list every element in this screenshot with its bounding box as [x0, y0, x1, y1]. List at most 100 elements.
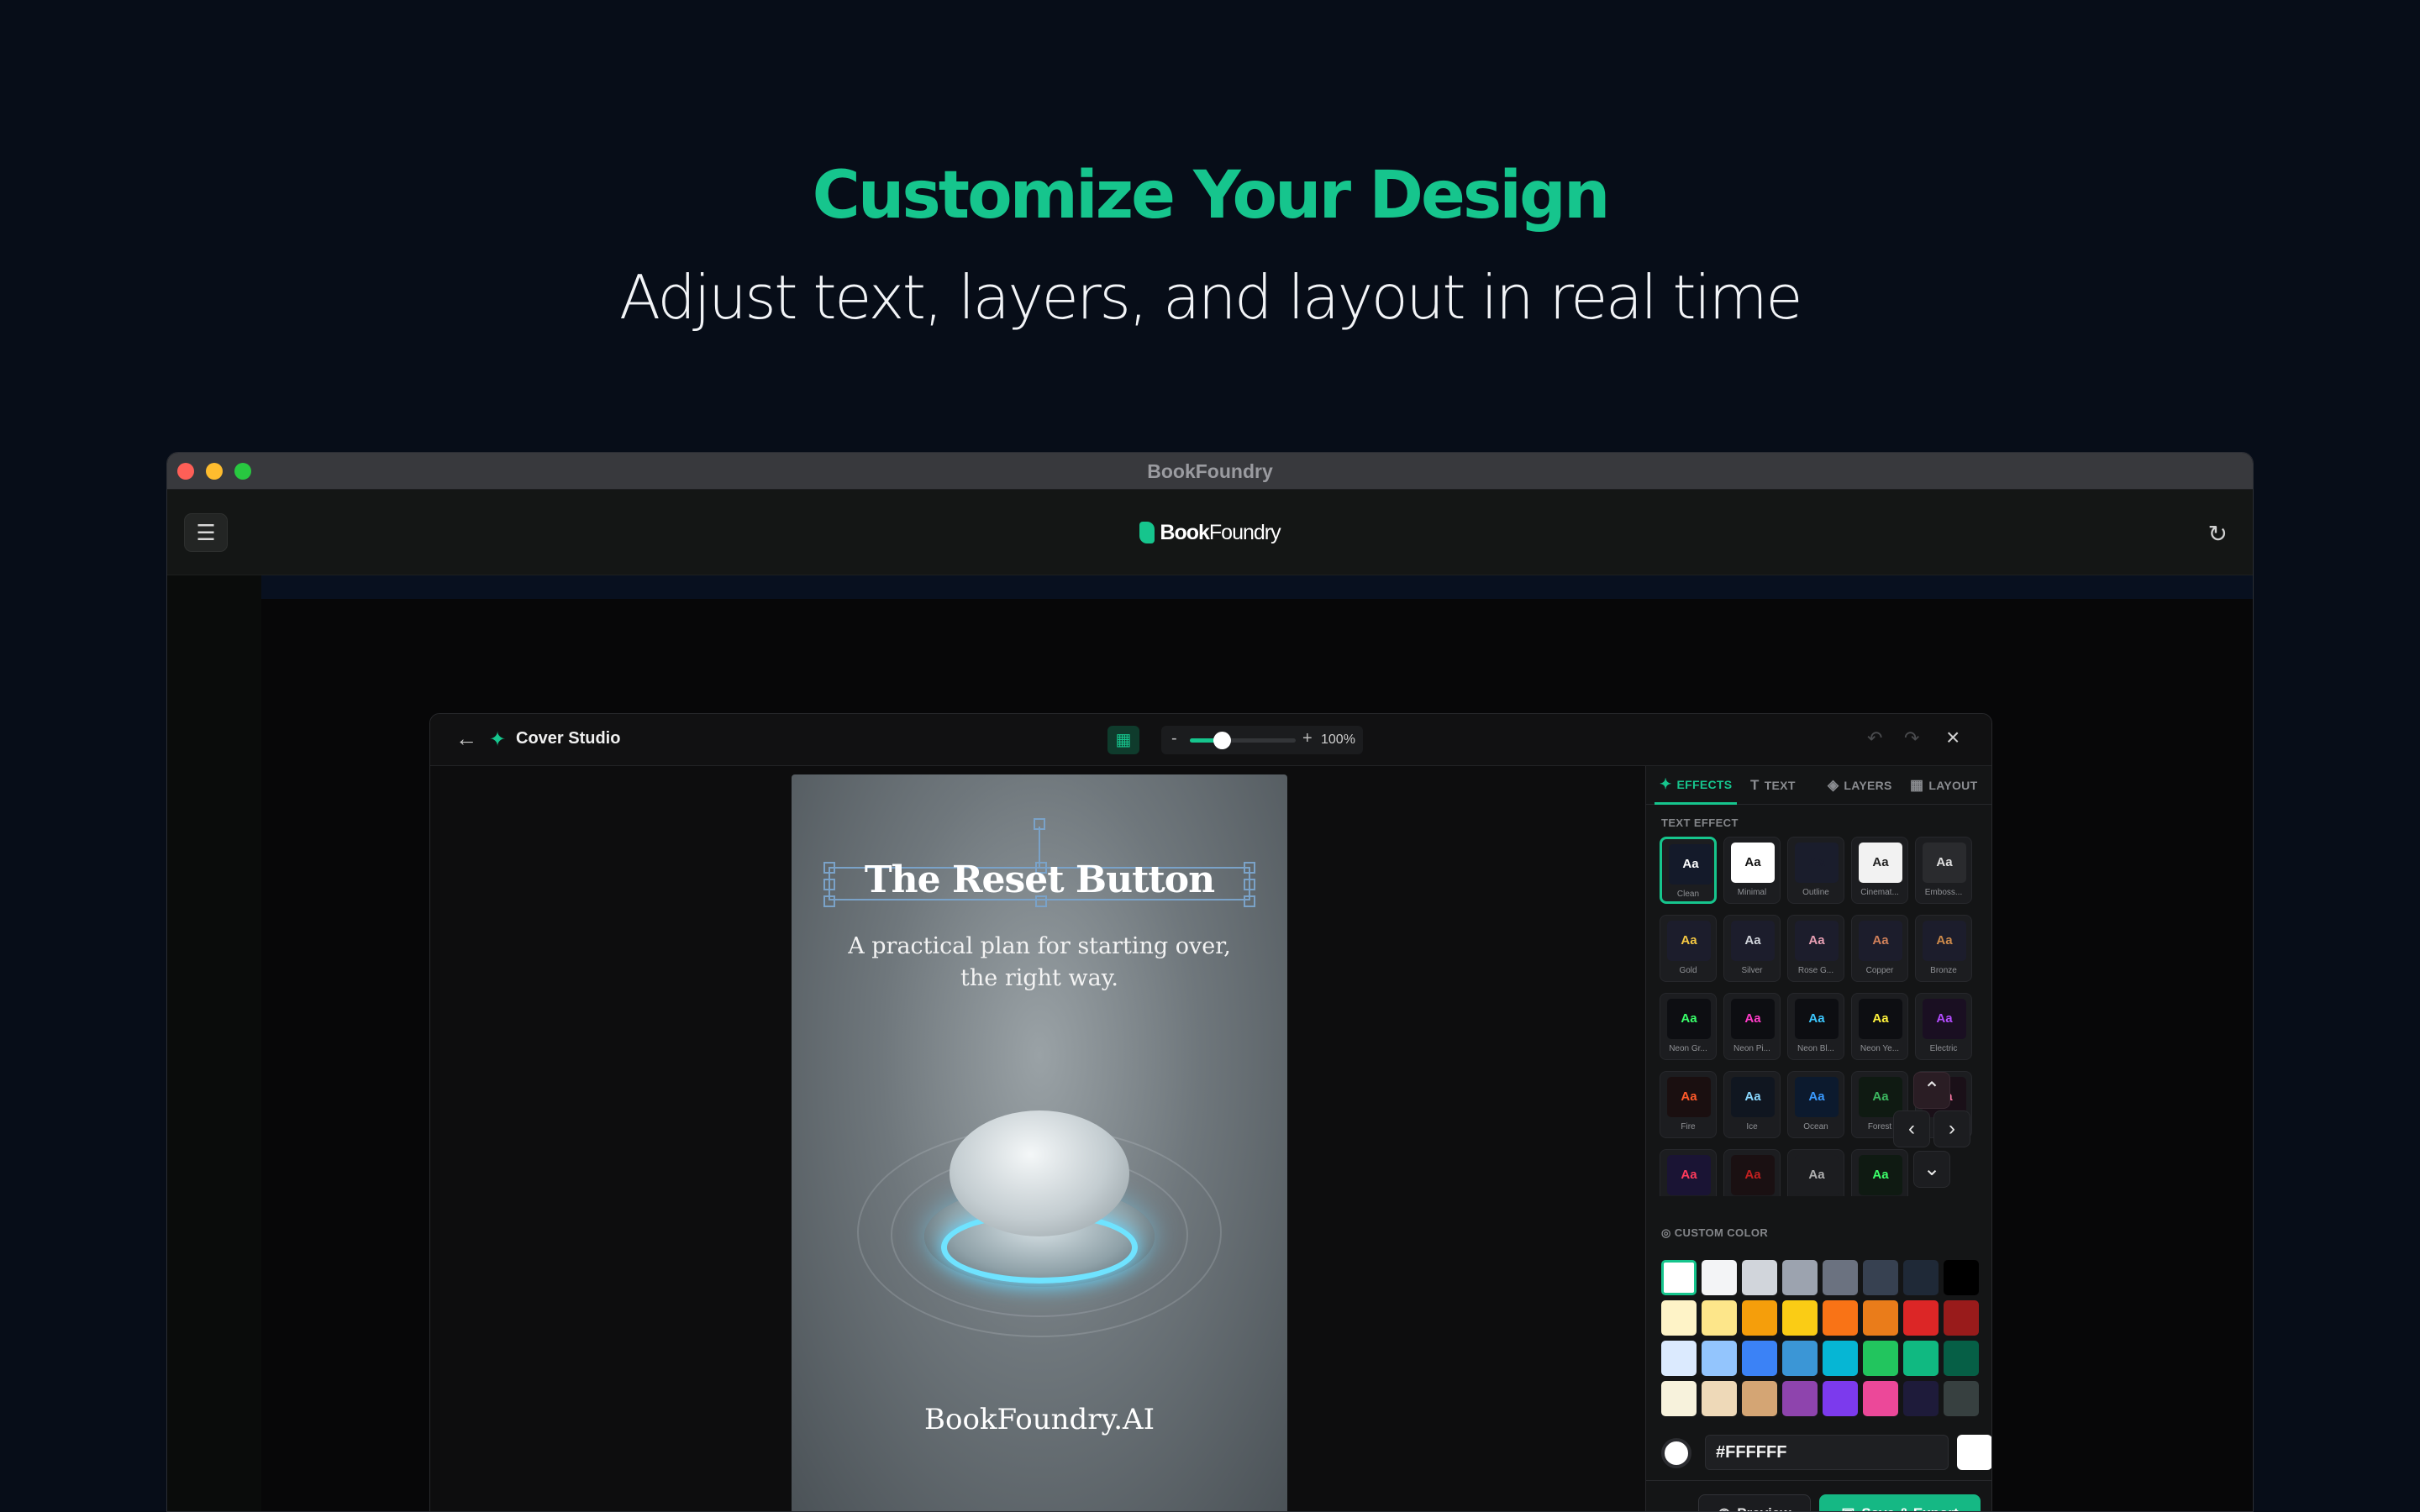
color-swatch[interactable] [1863, 1381, 1898, 1416]
tab-layout[interactable]: ▦ LAYOUT [1910, 766, 1977, 805]
back-arrow-icon[interactable]: ← [455, 726, 477, 752]
color-swatch[interactable] [1702, 1381, 1737, 1416]
color-swatch[interactable] [1742, 1341, 1777, 1376]
color-swatch[interactable] [1782, 1300, 1818, 1336]
color-swatch[interactable] [1742, 1260, 1777, 1295]
text-effect-option[interactable]: Aa [1660, 1149, 1717, 1196]
color-swatch[interactable] [1702, 1260, 1737, 1295]
close-icon[interactable]: × [1946, 724, 1960, 751]
text-effect-preview: Aa [1667, 999, 1711, 1039]
color-swatch[interactable] [1742, 1381, 1777, 1416]
color-swatch[interactable] [1903, 1381, 1939, 1416]
color-swatch[interactable] [1863, 1341, 1898, 1376]
content-header-backdrop [261, 575, 2253, 599]
color-swatch[interactable] [1742, 1300, 1777, 1336]
color-swatch[interactable] [1661, 1341, 1697, 1376]
cover-title[interactable]: The Reset Button [792, 858, 1287, 901]
text-effect-option[interactable]: Aa [1787, 1149, 1844, 1196]
text-effect-option[interactable]: Aa Clean [1660, 837, 1717, 904]
brand-name-light: Foundry [1208, 520, 1281, 544]
color-swatch[interactable] [1944, 1341, 1979, 1376]
tab-effects[interactable]: ✦ EFFECTS [1655, 766, 1738, 805]
text-effect-option[interactable]: Aa [1723, 1149, 1781, 1196]
text-effect-option[interactable]: Aa Electric [1915, 993, 1972, 1060]
color-swatch[interactable] [1823, 1300, 1858, 1336]
grid-toggle-button[interactable]: ▦ [1107, 726, 1139, 754]
color-swatch[interactable] [1782, 1381, 1818, 1416]
zoom-in-button[interactable]: + [1302, 729, 1313, 748]
text-effect-option[interactable]: Aa Gold [1660, 915, 1717, 982]
text-icon: T [1750, 777, 1760, 793]
refresh-icon[interactable]: ↻ [2208, 520, 2228, 548]
color-swatch[interactable] [1944, 1381, 1979, 1416]
hex-color-input[interactable]: #FFFFFF [1705, 1435, 1949, 1470]
text-effect-option[interactable]: Aa Ice [1723, 1071, 1781, 1138]
redo-icon[interactable]: ↷ [1904, 727, 1919, 749]
window-title: BookFoundry [1147, 460, 1273, 482]
save-export-button[interactable]: ▣Save & Export [1819, 1494, 1981, 1511]
chevron-up-icon[interactable]: ⌃ [1913, 1072, 1950, 1109]
color-swatch[interactable] [1903, 1300, 1939, 1336]
text-effect-option[interactable]: Aa Neon Ye... [1851, 993, 1908, 1060]
color-swatch[interactable] [1782, 1341, 1818, 1376]
text-effect-preview: Aa [1923, 843, 1966, 883]
text-effect-option[interactable]: Aa [1851, 1149, 1908, 1196]
bookfoundry-logo-icon [1139, 522, 1155, 543]
zoom-slider[interactable] [1190, 732, 1296, 749]
text-effect-option[interactable]: Aa Neon Pi... [1723, 993, 1781, 1060]
color-swatch[interactable] [1782, 1260, 1818, 1295]
sparkle-icon: ✦ [1660, 775, 1672, 792]
preview-button[interactable]: ◉Preview [1698, 1494, 1811, 1511]
color-swatch[interactable] [1903, 1260, 1939, 1295]
color-swatch[interactable] [1661, 1300, 1697, 1336]
undo-icon[interactable]: ↶ [1867, 727, 1882, 749]
layout-icon: ▦ [1910, 777, 1924, 793]
text-effect-option[interactable]: Aa Neon Bl... [1787, 993, 1844, 1060]
color-swatch[interactable] [1661, 1260, 1697, 1295]
color-swatch[interactable] [1661, 1381, 1697, 1416]
panel-tabs: ✦ EFFECTS T TEXT ◈ LAYERS ▦ LAYOUT [1646, 766, 1991, 805]
chevron-right-icon[interactable]: › [1933, 1110, 1970, 1147]
text-effect-option[interactable]: Aa Outline [1787, 837, 1844, 904]
text-effect-option[interactable]: Aa Minimal [1723, 837, 1781, 904]
cover-studio-modal: ← ✦ Cover Studio ▦ - + 100% ↶ ↷ × The Re… [429, 713, 1992, 1511]
text-effect-option[interactable]: Aa Emboss... [1915, 837, 1972, 904]
color-swatch[interactable] [1944, 1300, 1979, 1336]
color-swatch[interactable] [1863, 1300, 1898, 1336]
color-swatch[interactable] [1863, 1260, 1898, 1295]
text-effect-option[interactable]: Aa Ocean [1787, 1071, 1844, 1138]
color-swatch[interactable] [1944, 1260, 1979, 1295]
cover-subtitle[interactable]: A practical plan for starting over, the … [834, 931, 1245, 995]
chevron-left-icon[interactable]: ‹ [1893, 1110, 1930, 1147]
text-effect-option[interactable]: Aa Cinemat... [1851, 837, 1908, 904]
rotate-handle[interactable] [1034, 818, 1045, 830]
tab-layers[interactable]: ◈ LAYERS [1828, 766, 1892, 805]
color-swatch[interactable] [1823, 1381, 1858, 1416]
text-effect-name: Silver [1741, 966, 1763, 975]
zoom-value: 100% [1321, 732, 1355, 747]
text-effect-option[interactable]: Aa Bronze [1915, 915, 1972, 982]
tab-text[interactable]: T TEXT [1750, 766, 1796, 805]
hero-title: Customize Your Design [812, 158, 1611, 234]
text-effect-option[interactable]: Aa Rose G... [1787, 915, 1844, 982]
text-effect-option[interactable]: Aa Neon Gr... [1660, 993, 1717, 1060]
text-effect-option[interactable]: Aa Fire [1660, 1071, 1717, 1138]
color-swatch[interactable] [1702, 1300, 1737, 1336]
custom-color-label: ◎ CUSTOM COLOR [1661, 1226, 1769, 1239]
chevron-down-icon[interactable]: ⌄ [1913, 1151, 1950, 1188]
text-effect-option[interactable]: Aa Silver [1723, 915, 1781, 982]
color-swatch[interactable] [1903, 1341, 1939, 1376]
text-effect-preview: Aa [1859, 1155, 1902, 1195]
text-effect-name: Minimal [1737, 888, 1767, 897]
color-picker-swatch[interactable] [1957, 1435, 1991, 1470]
color-swatch[interactable] [1823, 1260, 1858, 1295]
zoom-slider-handle[interactable] [1213, 732, 1231, 749]
text-effect-name: Ocean [1803, 1122, 1828, 1131]
book-cover[interactable]: The Reset Button A practical plan for st… [792, 774, 1287, 1511]
color-swatch[interactable] [1702, 1341, 1737, 1376]
current-color-dot[interactable] [1661, 1438, 1691, 1468]
text-effect-option[interactable]: Aa Copper [1851, 915, 1908, 982]
zoom-out-button[interactable]: - [1171, 729, 1177, 748]
color-swatch[interactable] [1823, 1341, 1858, 1376]
cover-author[interactable]: BookFoundry.AI [792, 1403, 1287, 1436]
